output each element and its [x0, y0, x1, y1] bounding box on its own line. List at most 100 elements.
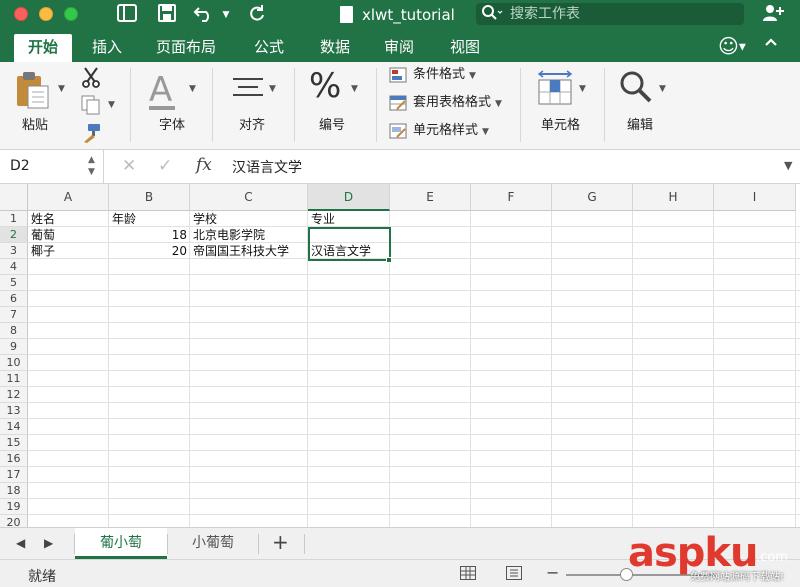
row-header-11[interactable]: 11	[0, 371, 28, 387]
maximize-window-button[interactable]	[64, 7, 78, 21]
row-header-18[interactable]: 18	[0, 483, 28, 499]
column-header-a[interactable]: A	[28, 184, 109, 211]
cell-b2[interactable]: 18	[109, 227, 190, 243]
cell-c1[interactable]: 学校	[190, 211, 308, 227]
tab-data[interactable]: 数据	[306, 34, 364, 62]
feedback-smiley-icon[interactable]: ☺▼	[718, 34, 746, 58]
find-icon[interactable]	[619, 70, 653, 107]
sheet-tab[interactable]: 小葡萄	[168, 528, 258, 559]
column-header-c[interactable]: C	[190, 184, 308, 211]
font-dropdown-icon[interactable]: ▼	[189, 84, 196, 94]
column-header-b[interactable]: B	[109, 184, 190, 211]
row-header-13[interactable]: 13	[0, 403, 28, 419]
row-header-19[interactable]: 19	[0, 499, 28, 515]
percent-icon[interactable]: %	[309, 66, 341, 106]
undo-icon[interactable]	[192, 4, 216, 26]
font-icon[interactable]: A	[149, 70, 172, 110]
table-format-icon	[389, 95, 407, 111]
sidebar-toggle-icon[interactable]	[116, 4, 138, 26]
undo-dropdown-icon[interactable]: ▼	[220, 4, 232, 26]
add-user-icon[interactable]	[762, 4, 784, 27]
row-header-4[interactable]: 4	[0, 259, 28, 275]
row-header-3[interactable]: 3	[0, 243, 28, 259]
tab-page-layout[interactable]: 页面布局	[142, 34, 230, 62]
cells-icon[interactable]	[537, 70, 573, 109]
ribbon: ▼ 粘贴 ▼ A ▼ 字体 ▼ 对齐 % ▼ 编号 条件格式 ▼ 套用表格格式 …	[0, 62, 800, 150]
search-input[interactable]	[510, 5, 730, 23]
column-header-f[interactable]: F	[471, 184, 552, 211]
paste-dropdown-icon[interactable]: ▼	[58, 84, 65, 94]
cell-d1[interactable]: 专业	[308, 211, 390, 227]
name-box[interactable]: D2 ▲ ▼	[0, 150, 104, 184]
row-header-9[interactable]: 9	[0, 339, 28, 355]
row-header-7[interactable]: 7	[0, 307, 28, 323]
cells-dropdown-icon[interactable]: ▼	[579, 84, 586, 94]
row-header-15[interactable]: 15	[0, 435, 28, 451]
copy-dropdown-icon[interactable]: ▼	[108, 100, 115, 110]
column-header-d[interactable]: D	[308, 184, 390, 211]
title-bar: ▼ xlwt_tutorial	[0, 0, 800, 30]
normal-view-icon[interactable]	[460, 566, 476, 580]
row-header-1[interactable]: 1	[0, 211, 28, 227]
copy-icon[interactable]	[80, 94, 102, 119]
close-window-button[interactable]	[14, 7, 28, 21]
select-all-corner[interactable]	[0, 184, 28, 211]
insert-function-icon[interactable]: fx	[196, 155, 212, 175]
align-dropdown-icon[interactable]: ▼	[269, 84, 276, 94]
edit-dropdown-icon[interactable]: ▼	[659, 84, 666, 94]
cell-a3[interactable]: 椰子	[28, 243, 109, 259]
expand-formula-bar-icon[interactable]: ▼	[784, 159, 792, 172]
row-header-14[interactable]: 14	[0, 419, 28, 435]
save-icon[interactable]	[156, 4, 178, 26]
cancel-icon[interactable]: ✕	[122, 156, 136, 176]
format-painter-icon[interactable]	[80, 122, 102, 147]
column-header-g[interactable]: G	[552, 184, 633, 211]
row-header-17[interactable]: 17	[0, 467, 28, 483]
sheet-tab-active[interactable]: 葡小萄	[75, 528, 167, 559]
align-icon[interactable]	[231, 76, 265, 105]
tab-view[interactable]: 视图	[436, 34, 494, 62]
cell-c2[interactable]: 北京电影学院	[190, 227, 308, 243]
row-header-2[interactable]: 2	[0, 227, 28, 243]
gridline	[28, 482, 800, 483]
zoom-out-icon[interactable]: −	[546, 563, 559, 582]
redo-icon[interactable]	[246, 4, 268, 26]
tab-formulas[interactable]: 公式	[240, 34, 298, 62]
page-layout-view-icon[interactable]	[506, 566, 522, 580]
row-header-5[interactable]: 5	[0, 275, 28, 291]
tab-home[interactable]: 开始	[14, 34, 73, 62]
confirm-icon[interactable]: ✓	[158, 156, 172, 176]
cell-a2[interactable]: 葡萄	[28, 227, 109, 243]
table-format-button[interactable]: 套用表格格式 ▼	[389, 92, 502, 114]
column-header-i[interactable]: I	[714, 184, 796, 211]
number-dropdown-icon[interactable]: ▼	[351, 84, 358, 94]
fill-handle[interactable]	[386, 257, 392, 263]
previous-sheet-icon[interactable]: ◀	[16, 536, 25, 550]
tab-review[interactable]: 审阅	[370, 34, 428, 62]
conditional-format-button[interactable]: 条件格式 ▼	[389, 64, 476, 86]
column-header-e[interactable]: E	[390, 184, 471, 211]
cell-c3[interactable]: 帝国国王科技大学	[190, 243, 308, 259]
cell-a1[interactable]: 姓名	[28, 211, 109, 227]
search-box[interactable]	[476, 3, 744, 25]
add-sheet-icon[interactable]: +	[272, 530, 289, 554]
tab-insert[interactable]: 插入	[78, 34, 136, 62]
cell-b3[interactable]: 20	[109, 243, 190, 259]
minimize-window-button[interactable]	[39, 7, 53, 21]
cell-b1[interactable]: 年龄	[109, 211, 190, 227]
paste-icon[interactable]	[14, 70, 50, 113]
cut-icon[interactable]	[80, 66, 102, 91]
column-header-h[interactable]: H	[633, 184, 714, 211]
formula-content[interactable]: 汉语言文学	[232, 157, 302, 177]
name-box-stepper-icon[interactable]: ▲ ▼	[88, 154, 95, 178]
next-sheet-icon[interactable]: ▶	[44, 536, 53, 550]
worksheet-grid[interactable]: A B C D E F G H I 1 2 3 4 5 6 7 8 9 10 11 12 13 14 15 16 17 18 19 20…	[0, 184, 800, 527]
row-header-10[interactable]: 10	[0, 355, 28, 371]
cell-style-button[interactable]: 单元格样式 ▼	[389, 120, 489, 142]
row-header-20[interactable]: 20	[0, 515, 28, 527]
collapse-ribbon-icon[interactable]	[764, 34, 778, 53]
row-header-12[interactable]: 12	[0, 387, 28, 403]
row-header-8[interactable]: 8	[0, 323, 28, 339]
row-header-6[interactable]: 6	[0, 291, 28, 307]
row-header-16[interactable]: 16	[0, 451, 28, 467]
